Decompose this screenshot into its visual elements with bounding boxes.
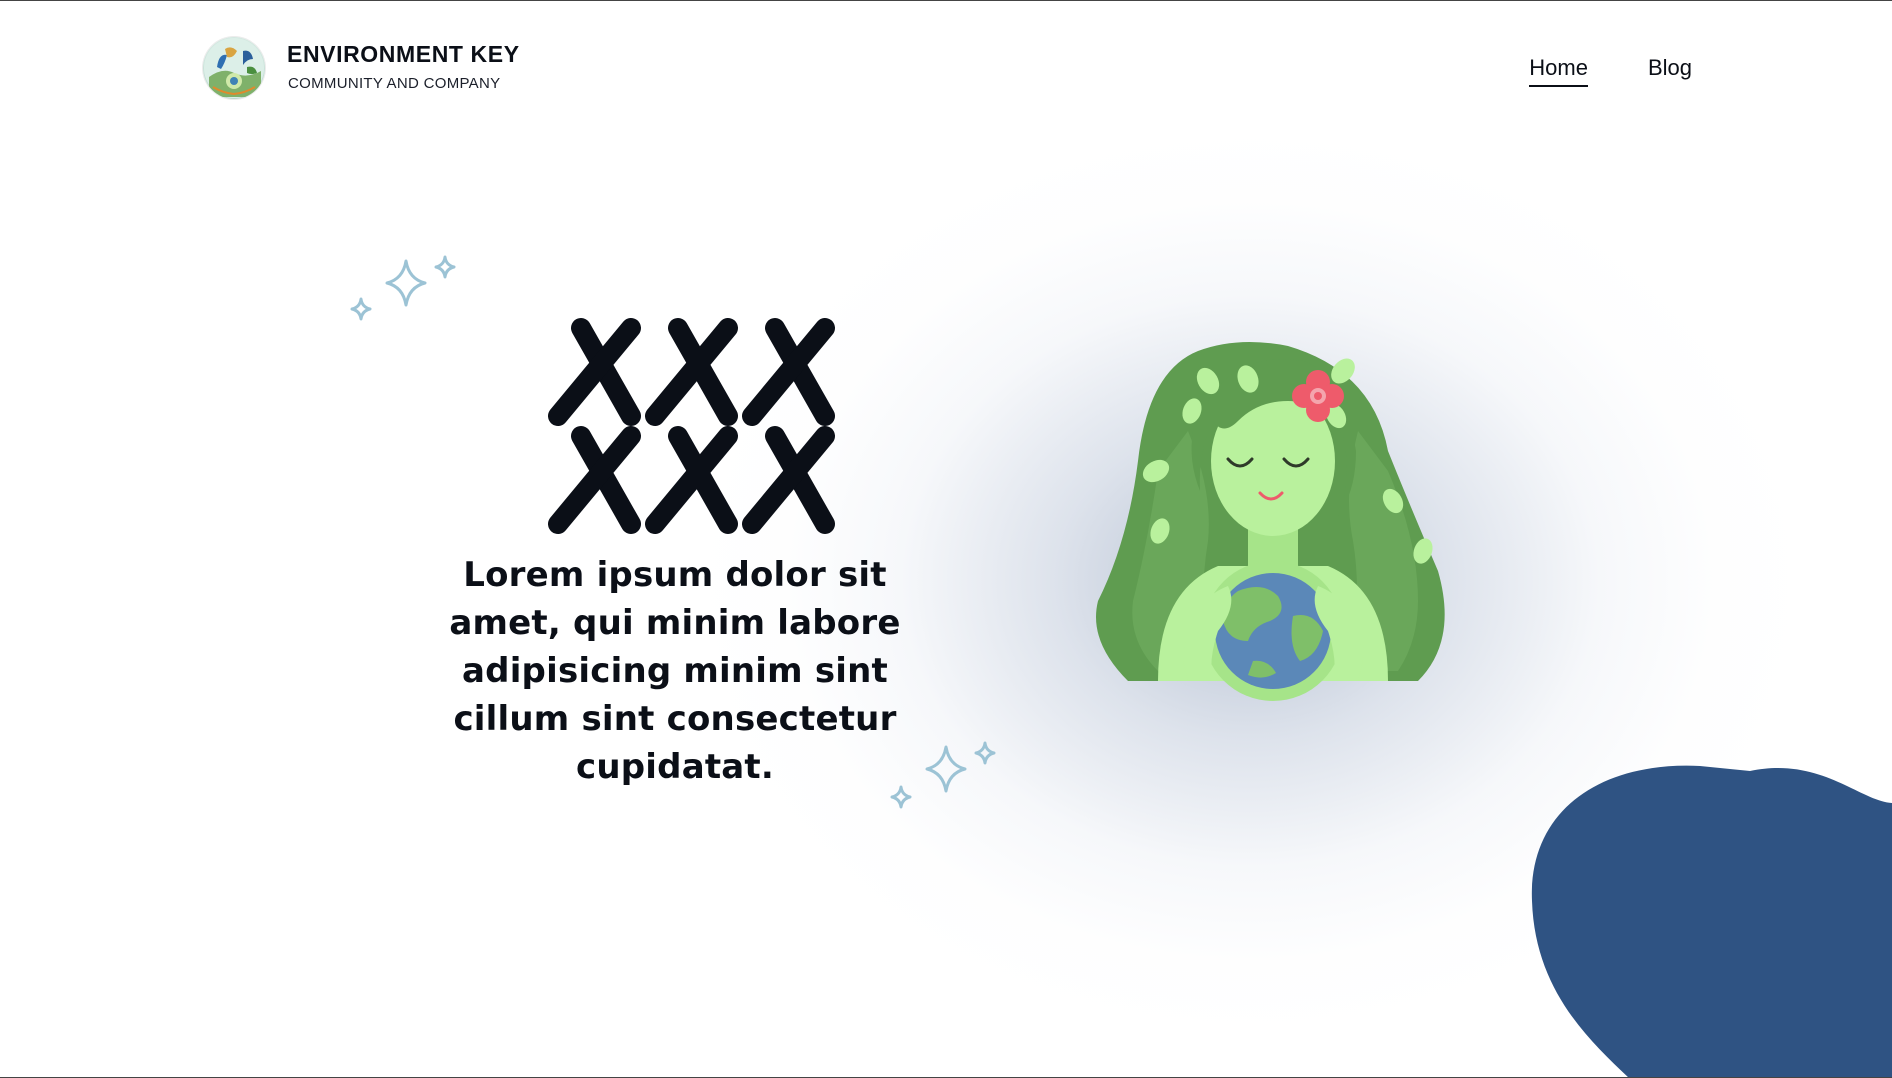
nav-link-blog[interactable]: Blog — [1648, 55, 1692, 87]
hero-body-text: Lorem ipsum dolor sit amet, qui minim la… — [449, 555, 901, 787]
site-header: ENVIRONMENT KEY COMMUNITY AND COMPANY Ho… — [0, 1, 1892, 121]
environment-key-logo-icon — [204, 38, 264, 98]
decorative-blob — [1531, 765, 1892, 1077]
nav-link-home[interactable]: Home — [1529, 55, 1588, 87]
main-nav: Home Blog — [1529, 55, 1692, 87]
mother-earth-illustration-icon — [1096, 342, 1445, 701]
sparkle-icon — [350, 255, 456, 321]
logo-link[interactable] — [203, 37, 265, 99]
brand-subtitle: COMMUNITY AND COMPANY — [288, 75, 501, 92]
brand-title: ENVIRONMENT KEY — [287, 41, 520, 67]
sparkle-icon — [890, 741, 996, 809]
page: ENVIRONMENT KEY COMMUNITY AND COMPANY Ho… — [0, 0, 1892, 1078]
hero-mark — [548, 318, 835, 534]
